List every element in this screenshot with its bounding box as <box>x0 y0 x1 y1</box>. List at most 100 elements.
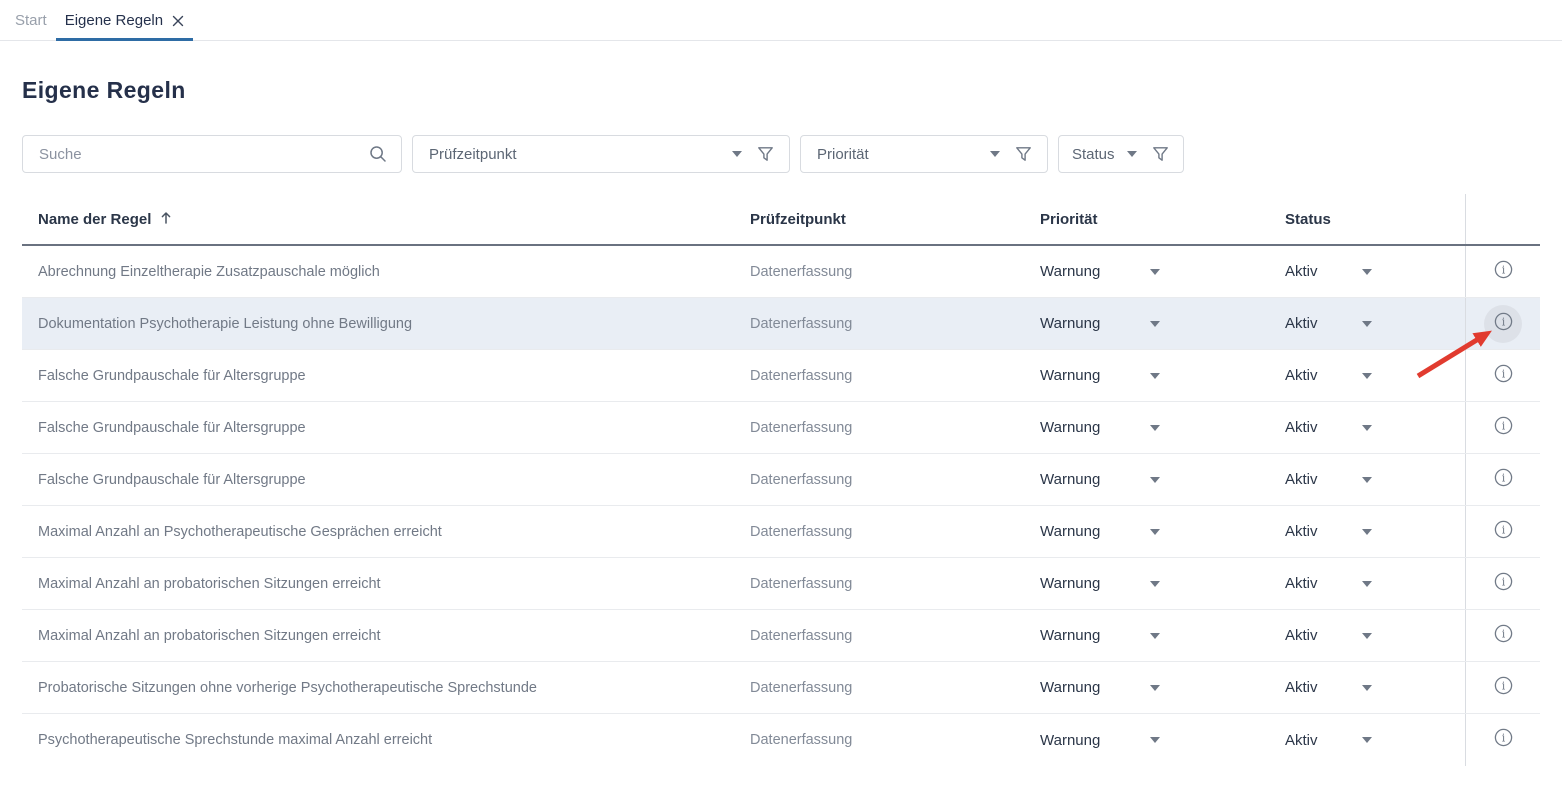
rule-pruefzeitpunkt: Datenerfassung <box>750 420 1040 436</box>
rule-prioritaet: Warnung <box>1040 419 1150 436</box>
tab-eigene-regeln[interactable]: Eigene Regeln <box>56 12 193 40</box>
status-dropdown[interactable]: Aktiv <box>1285 263 1465 280</box>
info-icon-halo: i <box>1484 409 1522 447</box>
rule-name: Probatorische Sitzungen ohne vorherige P… <box>22 680 750 696</box>
status-dropdown[interactable]: Aktiv <box>1285 732 1465 749</box>
actions-cell: i <box>1465 610 1540 661</box>
svg-text:i: i <box>1501 263 1505 276</box>
table-row[interactable]: Probatorische Sitzungen ohne vorherige P… <box>22 662 1540 714</box>
chevron-down-icon <box>1150 581 1160 587</box>
svg-text:i: i <box>1501 367 1505 380</box>
rule-name: Falsche Grundpauschale für Altersgruppe <box>22 420 750 436</box>
sort-ascending-icon <box>159 210 173 229</box>
rule-status: Aktiv <box>1285 367 1362 384</box>
priority-dropdown[interactable]: Warnung <box>1040 523 1285 540</box>
status-dropdown[interactable]: Aktiv <box>1285 523 1465 540</box>
filter-prioritaet[interactable]: Priorität <box>800 135 1048 173</box>
table-row[interactable]: Psychotherapeutische Sprechstunde maxima… <box>22 714 1540 766</box>
filter-prioritaet-label: Priorität <box>817 146 990 163</box>
chevron-down-icon <box>1362 685 1372 691</box>
rule-status: Aktiv <box>1285 315 1362 332</box>
priority-dropdown[interactable]: Warnung <box>1040 627 1285 644</box>
priority-dropdown[interactable]: Warnung <box>1040 367 1285 384</box>
chevron-down-icon <box>1362 737 1372 743</box>
info-icon[interactable]: i <box>1493 259 1514 285</box>
filter-status-label: Status <box>1072 146 1115 163</box>
info-icon[interactable]: i <box>1493 675 1514 701</box>
priority-dropdown[interactable]: Warnung <box>1040 419 1285 436</box>
rule-prioritaet: Warnung <box>1040 523 1150 540</box>
table-row[interactable]: Maximal Anzahl an probatorischen Sitzung… <box>22 558 1540 610</box>
svg-text:i: i <box>1501 523 1505 536</box>
column-header-name[interactable]: Name der Regel <box>22 210 750 229</box>
info-icon[interactable]: i <box>1493 623 1514 649</box>
filter-pruefzeitpunkt[interactable]: Prüfzeitpunkt <box>412 135 790 173</box>
rule-status: Aktiv <box>1285 263 1362 280</box>
svg-text:i: i <box>1501 575 1505 588</box>
rule-name: Psychotherapeutische Sprechstunde maxima… <box>22 732 750 748</box>
rule-pruefzeitpunkt: Datenerfassung <box>750 576 1040 592</box>
info-icon-halo: i <box>1484 513 1522 551</box>
rule-status: Aktiv <box>1285 471 1362 488</box>
funnel-filter-icon[interactable] <box>756 145 775 164</box>
info-icon-halo: i <box>1484 721 1522 759</box>
rule-status: Aktiv <box>1285 732 1362 749</box>
column-header-actions <box>1465 194 1540 244</box>
rule-name: Dokumentation Psychotherapie Leistung oh… <box>22 316 750 332</box>
filter-status[interactable]: Status <box>1058 135 1184 173</box>
priority-dropdown[interactable]: Warnung <box>1040 315 1285 332</box>
chevron-down-icon <box>1150 373 1160 379</box>
status-dropdown[interactable]: Aktiv <box>1285 627 1465 644</box>
rule-status: Aktiv <box>1285 627 1362 644</box>
actions-cell: i <box>1465 714 1540 766</box>
info-icon[interactable]: i <box>1493 571 1514 597</box>
info-icon[interactable]: i <box>1493 415 1514 441</box>
rule-status: Aktiv <box>1285 419 1362 436</box>
table-row[interactable]: Falsche Grundpauschale für Altersgruppe … <box>22 350 1540 402</box>
rule-pruefzeitpunkt: Datenerfassung <box>750 316 1040 332</box>
tab-close-icon[interactable] <box>172 15 184 27</box>
priority-dropdown[interactable]: Warnung <box>1040 575 1285 592</box>
rule-prioritaet: Warnung <box>1040 679 1150 696</box>
svg-text:i: i <box>1501 315 1505 328</box>
table-row[interactable]: Falsche Grundpauschale für Altersgruppe … <box>22 402 1540 454</box>
status-dropdown[interactable]: Aktiv <box>1285 419 1465 436</box>
rule-pruefzeitpunkt: Datenerfassung <box>750 524 1040 540</box>
chevron-down-icon <box>1150 321 1160 327</box>
search-icon[interactable] <box>368 144 388 169</box>
funnel-filter-icon[interactable] <box>1151 145 1170 164</box>
rule-prioritaet: Warnung <box>1040 732 1150 749</box>
info-icon[interactable]: i <box>1493 311 1514 337</box>
info-icon[interactable]: i <box>1493 727 1514 753</box>
status-dropdown[interactable]: Aktiv <box>1285 315 1465 332</box>
table-row[interactable]: Falsche Grundpauschale für Altersgruppe … <box>22 454 1540 506</box>
chevron-down-icon <box>1362 321 1372 327</box>
search-input[interactable] <box>22 135 402 173</box>
table-row[interactable]: Dokumentation Psychotherapie Leistung oh… <box>22 298 1540 350</box>
actions-cell: i <box>1465 506 1540 557</box>
rule-pruefzeitpunkt: Datenerfassung <box>750 628 1040 644</box>
table-row[interactable]: Abrechnung Einzeltherapie Zusatzpauschal… <box>22 246 1540 298</box>
chevron-down-icon <box>1362 633 1372 639</box>
info-icon[interactable]: i <box>1493 363 1514 389</box>
status-dropdown[interactable]: Aktiv <box>1285 575 1465 592</box>
priority-dropdown[interactable]: Warnung <box>1040 471 1285 488</box>
actions-cell: i <box>1465 454 1540 505</box>
priority-dropdown[interactable]: Warnung <box>1040 679 1285 696</box>
priority-dropdown[interactable]: Warnung <box>1040 732 1285 749</box>
status-dropdown[interactable]: Aktiv <box>1285 679 1465 696</box>
rule-status: Aktiv <box>1285 575 1362 592</box>
funnel-filter-icon[interactable] <box>1014 145 1033 164</box>
status-dropdown[interactable]: Aktiv <box>1285 367 1465 384</box>
table-row[interactable]: Maximal Anzahl an probatorischen Sitzung… <box>22 610 1540 662</box>
column-header-prioritaet: Priorität <box>1040 211 1285 228</box>
rule-prioritaet: Warnung <box>1040 575 1150 592</box>
chevron-down-icon <box>1362 373 1372 379</box>
info-icon[interactable]: i <box>1493 519 1514 545</box>
table-row[interactable]: Maximal Anzahl an Psychotherapeutische G… <box>22 506 1540 558</box>
info-icon[interactable]: i <box>1493 467 1514 493</box>
status-dropdown[interactable]: Aktiv <box>1285 471 1465 488</box>
tab-start[interactable]: Start <box>6 12 56 40</box>
priority-dropdown[interactable]: Warnung <box>1040 263 1285 280</box>
chevron-down-icon <box>1150 633 1160 639</box>
